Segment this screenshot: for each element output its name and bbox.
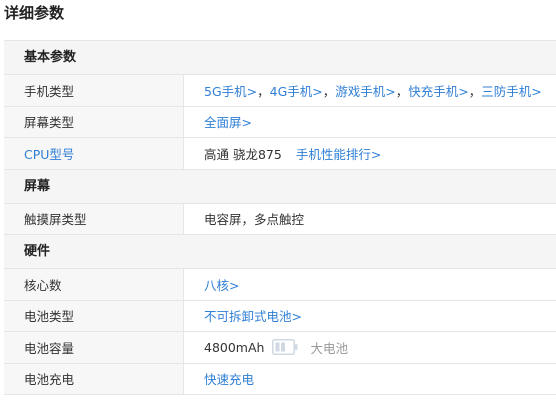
separator: ， <box>257 83 270 99</box>
spec-table: 基本参数 手机类型 5G手机> ， 4G手机> ， 游戏手机> ， 快充手机> … <box>4 40 556 395</box>
spec-value: 4800mAh 大电池 <box>184 332 556 363</box>
link-rugged-phone[interactable]: 三防手机> <box>481 81 541 100</box>
spec-value: 高通 骁龙875 手机性能排行> <box>184 138 556 169</box>
section-header-hardware: 硬件 <box>4 235 556 269</box>
spec-row-cpu: CPU型号 高通 骁龙875 手机性能排行> <box>4 138 556 170</box>
spec-label: 触摸屏类型 <box>4 203 184 234</box>
spec-label: 核心数 <box>4 269 184 300</box>
spec-row-charging: 电池充电 快速充电 <box>4 363 556 395</box>
spec-label: 手机类型 <box>4 75 184 106</box>
separator: ， <box>322 83 336 99</box>
cpu-value: 高通 骁龙875 <box>204 146 282 162</box>
spec-label: 电池充电 <box>4 363 184 394</box>
separator: ， <box>468 83 482 99</box>
battery-icon <box>272 339 298 356</box>
spec-value: 5G手机> ， 4G手机> ， 游戏手机> ， 快充手机> ， 三防手机> <box>184 75 556 106</box>
link-full-screen[interactable]: 全面屏> <box>204 112 252 131</box>
spec-label-cpu-link[interactable]: CPU型号 <box>4 138 184 169</box>
spec-row-battery-type: 电池类型 不可拆卸式电池> <box>4 300 556 332</box>
touch-value: 电容屏，多点触控 <box>204 212 305 228</box>
spec-row-cores: 核心数 八核> <box>4 269 556 301</box>
spec-value: 快速充电 <box>184 364 556 395</box>
separator: ， <box>395 83 409 99</box>
spec-label: 电池容量 <box>4 332 184 363</box>
link-performance-ranking[interactable]: 手机性能排行> <box>296 144 381 163</box>
battery-tag: 大电池 <box>310 340 348 356</box>
section-header-screen: 屏幕 <box>4 169 556 204</box>
link-gaming-phone[interactable]: 游戏手机> <box>335 81 395 100</box>
section-header-basic: 基本参数 <box>4 41 556 75</box>
page-title: 详细参数 <box>4 4 65 22</box>
spec-label: 电池类型 <box>4 300 184 331</box>
link-4g-phone[interactable]: 4G手机> <box>270 81 323 100</box>
spec-row-battery-capacity: 电池容量 4800mAh 大电池 <box>4 332 556 364</box>
spec-value: 电容屏，多点触控 <box>184 204 556 235</box>
spec-row-phone-type: 手机类型 5G手机> ， 4G手机> ， 游戏手机> ， 快充手机> ， 三防手… <box>4 75 556 107</box>
spec-label: 屏幕类型 <box>4 106 184 137</box>
spec-value: 八核> <box>184 269 556 300</box>
link-octa-core[interactable]: 八核> <box>204 275 239 294</box>
battery-capacity-value: 4800mAh <box>204 339 265 355</box>
link-fast-charge-phone[interactable]: 快充手机> <box>408 81 468 100</box>
spec-row-touch: 触摸屏类型 电容屏，多点触控 <box>4 203 556 235</box>
spec-value: 不可拆卸式电池> <box>184 301 556 332</box>
link-fast-charging[interactable]: 快速充电 <box>204 369 254 388</box>
spec-row-screen-type: 屏幕类型 全面屏> <box>4 106 556 138</box>
link-5g-phone[interactable]: 5G手机> <box>204 81 257 100</box>
spec-value: 全面屏> <box>184 107 556 138</box>
link-non-removable-battery[interactable]: 不可拆卸式电池> <box>204 306 302 325</box>
